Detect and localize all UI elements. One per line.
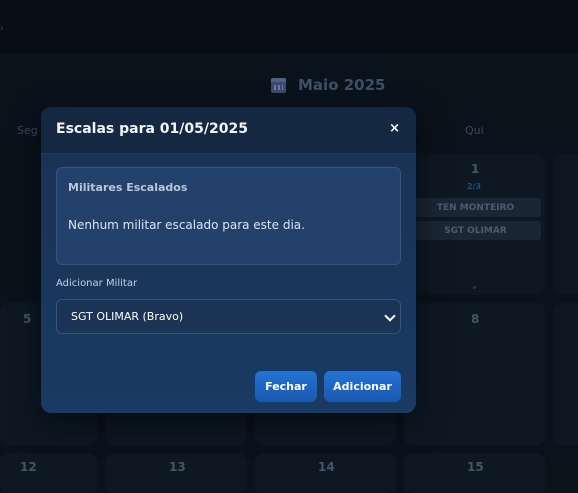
day-cell-12[interactable] xyxy=(0,453,97,493)
close-icon[interactable]: × xyxy=(389,121,400,136)
day-cell-9[interactable] xyxy=(553,303,578,445)
assigned-panel: Militares Escalados Nenhum militar escal… xyxy=(56,167,401,265)
weekday-qui: Qui xyxy=(465,124,484,137)
day-number-1: 1 xyxy=(471,162,480,176)
day-number-14: 14 xyxy=(318,460,335,474)
day-number-5: 5 xyxy=(23,312,32,326)
day-count: 2/3 xyxy=(467,182,482,191)
sidebar-edge-icon: › xyxy=(0,24,4,34)
top-bar: › xyxy=(0,0,578,55)
assigned-title: Militares Escalados xyxy=(68,181,188,194)
day-number-8: 8 xyxy=(471,312,480,326)
calendar-icon xyxy=(271,77,286,93)
day-number-12: 12 xyxy=(20,460,37,474)
add-button[interactable]: Adicionar xyxy=(324,371,401,402)
empty-message: Nenhum militar escalado para este dia. xyxy=(68,218,305,232)
schedule-modal: Escalas para 01/05/2025 × Militares Esca… xyxy=(41,107,416,413)
modal-header: Escalas para 01/05/2025 × xyxy=(41,107,416,154)
close-button[interactable]: Fechar xyxy=(255,371,317,402)
month-label: Maio 2025 xyxy=(298,76,386,94)
month-header: Maio 2025 xyxy=(271,74,385,96)
day-cell-2[interactable] xyxy=(553,153,578,295)
assignment-chip[interactable]: TEN MONTEIRO xyxy=(410,198,541,217)
select-value: SGT OLIMAR (Bravo) xyxy=(71,310,184,323)
day-indicator-dot xyxy=(473,286,476,289)
modal-title: Escalas para 01/05/2025 xyxy=(56,121,248,137)
military-select[interactable]: SGT OLIMAR (Bravo) xyxy=(56,299,401,334)
add-military-label: Adicionar Militar xyxy=(56,278,138,289)
day-number-15: 15 xyxy=(467,460,484,474)
weekday-seg: Seg xyxy=(17,124,38,137)
assignment-chip[interactable]: SGT OLIMAR xyxy=(410,221,541,240)
chevron-down-icon xyxy=(384,310,396,322)
day-number-13: 13 xyxy=(169,460,186,474)
